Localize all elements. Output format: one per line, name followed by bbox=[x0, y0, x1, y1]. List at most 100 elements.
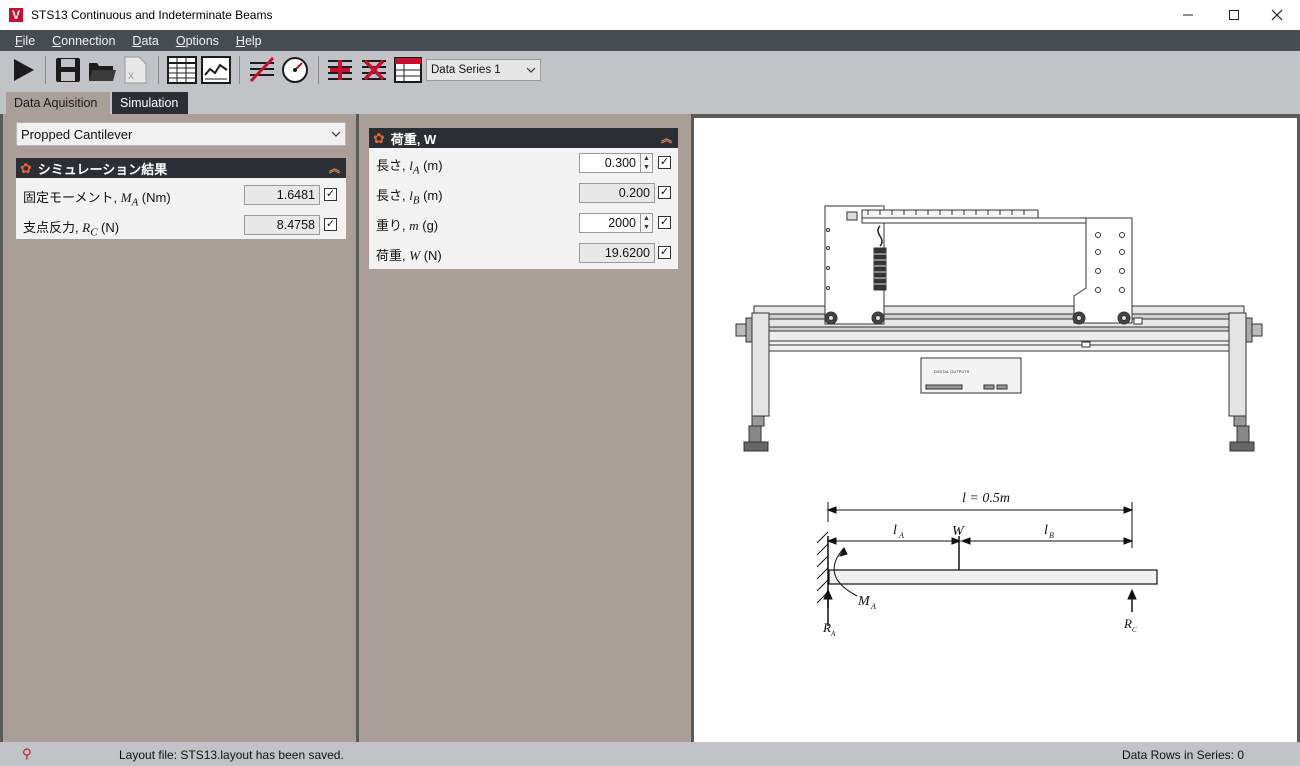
menu-data[interactable]: Data bbox=[132, 34, 158, 48]
delete-series-button[interactable] bbox=[358, 54, 390, 86]
close-icon bbox=[1271, 9, 1283, 21]
results-panel-header: ✿ シミュレーション結果 ︽ bbox=[16, 158, 346, 178]
open-folder-icon bbox=[89, 63, 116, 81]
result-checkbox-reaction[interactable]: ✓ bbox=[324, 218, 337, 231]
zero-icon bbox=[249, 56, 275, 83]
minimize-button[interactable] bbox=[1165, 0, 1211, 30]
zero-button[interactable] bbox=[246, 54, 278, 86]
results-panel-title: シミュレーション結果 bbox=[37, 161, 168, 177]
menu-options[interactable]: Options bbox=[176, 34, 219, 48]
weight-checkbox[interactable]: ✓ bbox=[658, 246, 671, 259]
table-view-icon bbox=[167, 56, 197, 84]
load-unit: (g) bbox=[418, 218, 439, 233]
lb-label: l bbox=[1044, 523, 1048, 538]
save-button[interactable] bbox=[52, 54, 84, 86]
open-button[interactable] bbox=[86, 54, 118, 86]
model-select[interactable]: Propped Cantilever bbox=[16, 122, 346, 146]
toolbar-separator bbox=[158, 56, 159, 84]
chevron-down-icon bbox=[526, 67, 536, 73]
load-label-weight: 荷重, W (N) bbox=[376, 245, 442, 264]
mass-checkbox[interactable]: ✓ bbox=[658, 216, 671, 229]
w-label: W bbox=[952, 524, 965, 539]
main-area: Propped Cantilever ✿ シミュレーション結果 ︽ 固定モーメン… bbox=[0, 114, 1300, 742]
gear-icon: ✿ bbox=[373, 129, 385, 146]
load-label-lb: 長さ, lB (m) bbox=[376, 185, 443, 207]
close-button[interactable] bbox=[1254, 0, 1300, 30]
load-panel-header: ✿ 荷重, W ︽ bbox=[369, 128, 678, 148]
model-select-value: Propped Cantilever bbox=[21, 126, 133, 142]
mass-spinner[interactable]: ▲ ▼ bbox=[640, 213, 653, 233]
mass-input[interactable]: 2000 bbox=[579, 213, 641, 233]
ra-sub-label: A bbox=[830, 630, 836, 638]
load-panel-title: 荷重, W bbox=[390, 131, 437, 147]
load-unit: (m) bbox=[419, 188, 443, 203]
gauge-button[interactable] bbox=[279, 54, 311, 86]
load-label-text: 長さ, bbox=[376, 158, 410, 173]
length-a-input[interactable]: 0.300 bbox=[579, 153, 641, 173]
export-excel-button[interactable]: x bbox=[119, 54, 151, 86]
controller-label: DIGITAL OUTPUTS bbox=[934, 369, 970, 374]
usb-icon: ⚲ bbox=[22, 746, 32, 761]
load-panel: ✿ 荷重, W ︽ 長さ, lA (m) 0.300 ▲ ▼ ✓ 長さ, lB (… bbox=[369, 128, 678, 269]
load-unit: (m) bbox=[419, 158, 443, 173]
series-table-button[interactable] bbox=[392, 54, 424, 86]
load-row-lb: 長さ, lB (m) 0.200 ✓ bbox=[369, 178, 678, 208]
menu-help[interactable]: Help bbox=[236, 34, 262, 48]
status-bar: ⚲ Layout file: STS13.layout has been sav… bbox=[0, 742, 1300, 766]
result-checkbox-moment[interactable]: ✓ bbox=[324, 188, 337, 201]
table-view-button[interactable] bbox=[166, 54, 198, 86]
load-symbol: m bbox=[409, 218, 419, 233]
lb-sub-label: B bbox=[1049, 531, 1054, 540]
menu-options-label: ptions bbox=[185, 33, 219, 48]
load-symbol: W bbox=[409, 248, 421, 263]
length-a-spinner[interactable]: ▲ ▼ bbox=[640, 153, 653, 173]
add-series-button[interactable] bbox=[324, 54, 356, 86]
tab-data-acquisition[interactable]: Data Aquisition bbox=[6, 92, 110, 114]
maximize-button[interactable] bbox=[1211, 0, 1257, 30]
collapse-icon[interactable]: ︽ bbox=[661, 130, 672, 146]
chevron-down-icon bbox=[331, 131, 341, 137]
rc-label: R bbox=[1123, 616, 1132, 631]
result-label-moment: 固定モーメント, MA (Nm) bbox=[23, 187, 171, 209]
length-a-checkbox[interactable]: ✓ bbox=[658, 156, 671, 169]
toolbar-separator bbox=[318, 56, 319, 84]
status-message: Layout file: STS13.layout has been saved… bbox=[119, 748, 344, 762]
menu-data-label: ata bbox=[141, 33, 159, 48]
menu-bar: File Connection Data Options Help bbox=[0, 30, 1300, 51]
ma-sub-label: A bbox=[870, 602, 876, 611]
chart-view-button[interactable] bbox=[200, 54, 232, 86]
menu-file[interactable]: File bbox=[15, 34, 35, 48]
menu-connection-accel: C bbox=[52, 33, 62, 48]
run-button[interactable] bbox=[7, 54, 39, 86]
result-symbol: M bbox=[120, 190, 132, 205]
left-column: Propped Cantilever ✿ シミュレーション結果 ︽ 固定モーメン… bbox=[3, 114, 356, 742]
schematic-labels: l = 0.5m l A W l B M A R A R C bbox=[822, 491, 1137, 638]
menu-options-accel: O bbox=[175, 33, 186, 48]
length-b-checkbox[interactable]: ✓ bbox=[658, 186, 671, 199]
save-icon bbox=[56, 58, 80, 82]
tab-simulation[interactable]: Simulation bbox=[112, 92, 188, 114]
svg-text:x: x bbox=[128, 68, 134, 82]
delete-series-icon bbox=[362, 59, 386, 81]
load-label-text: 長さ, bbox=[376, 188, 410, 203]
excel-export-icon: x bbox=[124, 56, 147, 84]
toolbar: x bbox=[0, 51, 1300, 89]
menu-connection[interactable]: Connection bbox=[52, 34, 115, 48]
status-rows-count: Data Rows in Series: 0 bbox=[1121, 748, 1244, 762]
title-bar: V STS13 Continuous and Indeterminate Bea… bbox=[0, 0, 1300, 30]
total-length-label: l = 0.5m bbox=[962, 491, 1010, 506]
toolbar-separator bbox=[45, 56, 46, 84]
data-series-select[interactable]: Data Series 1 bbox=[426, 59, 541, 81]
load-unit: (N) bbox=[420, 248, 442, 263]
result-row-reaction: 支点反力, RC (N) 8.4758 ✓ bbox=[16, 210, 346, 240]
toolbar-separator bbox=[239, 56, 240, 84]
result-label-text: 支点反力, bbox=[23, 220, 83, 235]
result-unit: (N) bbox=[97, 220, 120, 235]
tab-bar: Data Aquisition Simulation bbox=[0, 89, 1300, 114]
result-symbol: R bbox=[82, 220, 91, 235]
collapse-icon[interactable]: ︽ bbox=[329, 160, 340, 176]
load-row-la: 長さ, lA (m) 0.300 ▲ ▼ ✓ bbox=[369, 148, 678, 178]
result-label-reaction: 支点反力, RC (N) bbox=[23, 217, 119, 239]
ma-label: M bbox=[857, 594, 871, 609]
result-row-moment: 固定モーメント, MA (Nm) 1.6481 ✓ bbox=[16, 180, 346, 210]
